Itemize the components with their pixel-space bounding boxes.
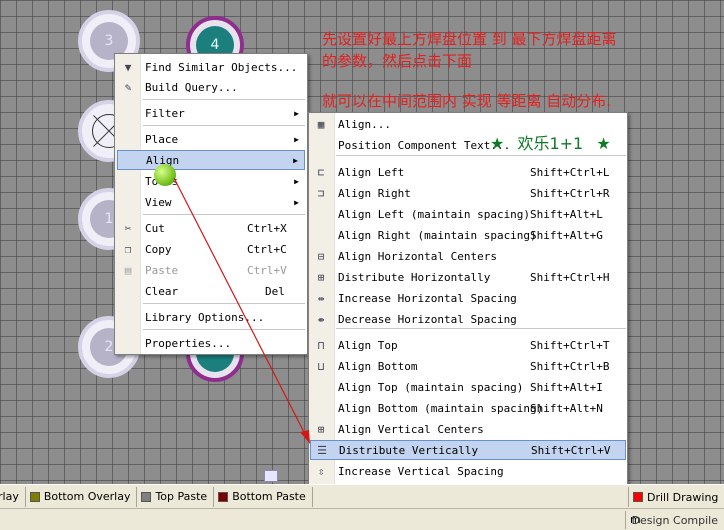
submenu-arrow-icon: ▶: [294, 197, 299, 207]
cursor-pin-icon: [154, 164, 176, 186]
menu-item-place[interactable]: Place ▶: [117, 129, 305, 149]
annotation-line-2: 的参数，然后点击下面: [322, 52, 473, 70]
layer-tab-top-paste[interactable]: Top Paste: [137, 486, 215, 507]
submenu-item-align-top[interactable]: ⊓ Align Top Shift+Ctrl+T: [310, 335, 626, 355]
align-left-icon: ⊏: [317, 165, 325, 179]
submenu-item-align-right-maintain-spacing[interactable]: Align Right (maintain spacing) Shift+Alt+…: [310, 225, 626, 245]
submenu-item-align-bottom-maintain-spacing[interactable]: Align Bottom (maintain spacing) Shift+Alt…: [310, 398, 626, 418]
decrease-horizontal-spacing-icon: ⇼: [317, 312, 325, 326]
submenu-arrow-icon: ▶: [294, 176, 299, 186]
submenu-item-align-bottom[interactable]: ⊔ Align Bottom Shift+Ctrl+B: [310, 356, 626, 376]
design-compiler-button[interactable]: Design Compile: [624, 511, 724, 529]
star-icon: ★: [596, 134, 611, 153]
layer-color-swatch: [218, 491, 229, 502]
scroll-knob[interactable]: [264, 470, 278, 482]
watermark: ★ 欢乐1+1 ★: [490, 130, 611, 154]
align-horizontal-centers-icon: ⊟: [317, 249, 325, 263]
menu-item-view[interactable]: View ▶: [117, 192, 305, 212]
menu-item-library-options[interactable]: Library Options...: [117, 307, 305, 327]
submenu-item-increase-horizontal-spacing[interactable]: ⇹ Increase Horizontal Spacing: [310, 288, 626, 308]
menu-item-find-similar[interactable]: ▼ Find Similar Objects...: [117, 57, 305, 77]
funnel-icon: ▼: [124, 60, 132, 74]
menu-item-paste[interactable]: ▤ Paste Ctrl+V: [117, 260, 305, 280]
layer-tab-bottom-paste[interactable]: Bottom Paste: [214, 486, 313, 507]
status-bar: m Design Compile: [0, 508, 724, 530]
submenu-item-distribute-vertically[interactable]: ☰ Distribute Vertically Shift+Ctrl+V: [310, 440, 626, 460]
submenu-arrow-icon: ▶: [293, 155, 298, 165]
submenu-item-align-left[interactable]: ⊏ Align Left Shift+Ctrl+L: [310, 162, 626, 182]
watermark-text: 欢乐1+1: [517, 134, 584, 153]
menu-item-filter[interactable]: Filter ▶: [117, 103, 305, 123]
distribute-vertically-icon: ☰: [317, 443, 327, 457]
submenu-item-distribute-horizontally[interactable]: ⊞ Distribute Horizontally Shift+Ctrl+H: [310, 267, 626, 287]
menu-item-clear[interactable]: Clear Del: [117, 281, 305, 301]
align-right-icon: ⊐: [317, 186, 325, 200]
submenu-item-decrease-horizontal-spacing[interactable]: ⇼ Decrease Horizontal Spacing: [310, 309, 626, 329]
menu-item-copy[interactable]: ❐ Copy Ctrl+C: [117, 239, 305, 259]
align-icon: ▦: [317, 117, 325, 131]
distribute-horizontally-icon: ⊞: [317, 270, 325, 284]
layer-tab-bar: rlay Bottom Overlay Top Paste Bottom Pas…: [0, 484, 724, 508]
submenu-arrow-icon: ▶: [294, 134, 299, 144]
wrench-icon: ✎: [124, 80, 132, 94]
layer-tab-bottom-overlay[interactable]: Bottom Overlay: [26, 486, 138, 507]
layer-color-swatch: [141, 491, 152, 502]
context-menu: ▼ Find Similar Objects... ✎ Build Query.…: [114, 53, 308, 355]
layer-color-swatch: [29, 491, 40, 502]
star-icon: ★: [490, 134, 505, 153]
paste-icon: ▤: [124, 263, 132, 277]
submenu-item-align-horizontal-centers[interactable]: ⊟ Align Horizontal Centers: [310, 246, 626, 266]
submenu-item-align-right[interactable]: ⊐ Align Right Shift+Ctrl+R: [310, 183, 626, 203]
submenu-item-increase-vertical-spacing[interactable]: ⇳ Increase Vertical Spacing: [310, 461, 626, 481]
submenu-item-align-left-maintain-spacing[interactable]: Align Left (maintain spacing) Shift+Alt+L: [310, 204, 626, 224]
layer-tab-drill-drawing[interactable]: Drill Drawing: [628, 487, 724, 507]
copy-icon: ❐: [124, 242, 132, 256]
align-vertical-centers-icon: ⊞: [317, 422, 325, 436]
align-bottom-icon: ⊔: [317, 359, 325, 373]
annotation-line-3: 就可以在中间范围内 实现 等距离 自动分布.: [322, 92, 612, 110]
annotation-line-1: 先设置好最上方焊盘位置 到 最下方焊盘距离: [322, 30, 617, 48]
menu-item-tools[interactable]: Tools ▶: [117, 171, 305, 191]
menu-item-properties[interactable]: Properties...: [117, 333, 305, 353]
scissors-icon: ✂: [124, 221, 132, 235]
layer-color-swatch: [633, 492, 643, 502]
menu-item-align[interactable]: Align ▶: [117, 150, 305, 170]
menu-item-cut[interactable]: ✂ Cut Ctrl+X: [117, 218, 305, 238]
submenu-arrow-icon: ▶: [294, 108, 299, 118]
layer-tab-overlay[interactable]: rlay: [0, 486, 26, 507]
increase-horizontal-spacing-icon: ⇹: [317, 291, 325, 305]
align-top-icon: ⊓: [317, 338, 325, 352]
submenu-item-align-vertical-centers[interactable]: ⊞ Align Vertical Centers: [310, 419, 626, 439]
menu-item-build-query[interactable]: ✎ Build Query...: [117, 77, 305, 97]
increase-vertical-spacing-icon: ⇳: [317, 464, 325, 478]
submenu-item-align-top-maintain-spacing[interactable]: Align Top (maintain spacing) Shift+Alt+I: [310, 377, 626, 397]
